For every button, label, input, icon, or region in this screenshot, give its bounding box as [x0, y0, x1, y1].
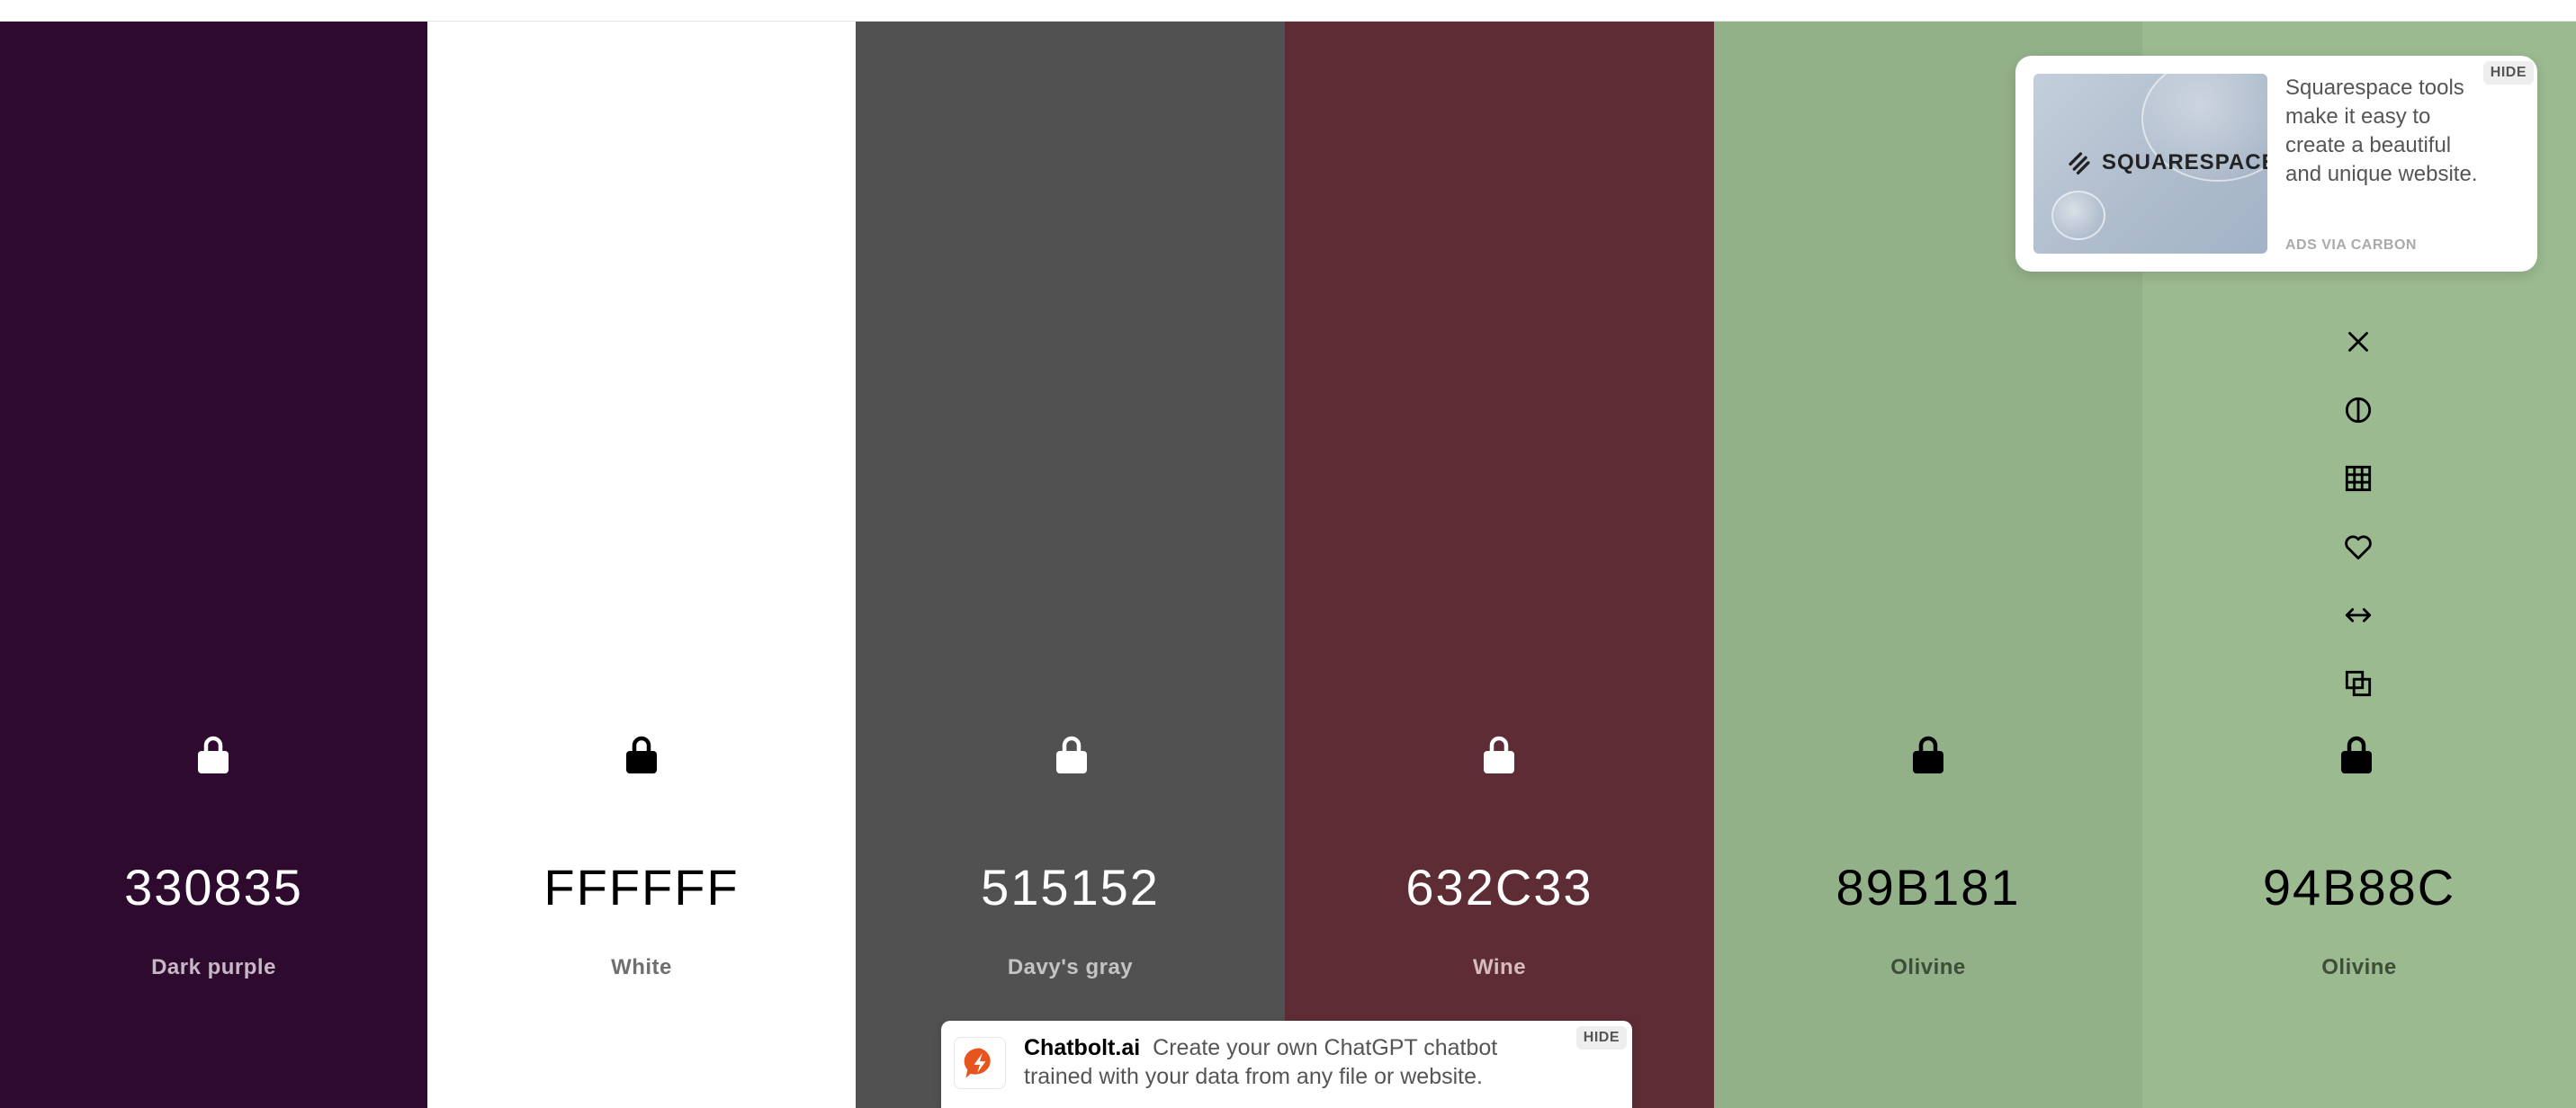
- lock-icon[interactable]: [1910, 733, 1946, 774]
- drag-icon[interactable]: [2336, 593, 2381, 638]
- color-name: Olivine: [2321, 955, 2397, 979]
- lock-icon[interactable]: [1054, 733, 1090, 774]
- lock-icon[interactable]: [195, 733, 231, 774]
- shades-icon[interactable]: [2336, 388, 2381, 433]
- copy-icon[interactable]: [2336, 661, 2381, 706]
- swatch-330835[interactable]: 330835 Dark purple: [0, 22, 427, 1108]
- lock-icon[interactable]: [1481, 733, 1517, 774]
- favorite-icon[interactable]: [2336, 524, 2381, 569]
- squarespace-logo: SQUARESPACE: [2064, 147, 2267, 178]
- swatch-515152[interactable]: 515152 Davy's gray: [856, 22, 1285, 1108]
- hex-code[interactable]: 94B88C: [2142, 858, 2576, 916]
- hide-chatbolt-button[interactable]: HIDE: [1575, 1026, 1627, 1050]
- ad-image[interactable]: SQUARESPACE: [2033, 74, 2267, 254]
- grid-view-icon[interactable]: [2336, 456, 2381, 501]
- remove-color-icon[interactable]: [2336, 319, 2381, 364]
- hex-code[interactable]: 330835: [0, 858, 427, 916]
- color-name: White: [611, 955, 672, 979]
- hex-code[interactable]: 515152: [856, 858, 1285, 916]
- ad-text[interactable]: Squarespace tools make it easy to create…: [2285, 74, 2479, 189]
- color-name: Davy's gray: [1007, 955, 1134, 979]
- swatch-632c33[interactable]: 632C33 Wine: [1285, 22, 1714, 1108]
- ads-via-carbon-link[interactable]: ADS VIA CARBON: [2285, 237, 2417, 254]
- swatch-ffffff[interactable]: FFFFFF White: [427, 22, 856, 1108]
- hex-code[interactable]: FFFFFF: [427, 858, 856, 916]
- chatbolt-logo-icon: [954, 1037, 1006, 1089]
- chatbolt-ad-text[interactable]: Chatbolt.ai Create your own ChatGPT chatb…: [1024, 1033, 1546, 1091]
- lock-icon[interactable]: [624, 733, 660, 774]
- top-bar: [0, 0, 2576, 22]
- lock-icon[interactable]: [2338, 733, 2374, 774]
- color-name: Dark purple: [151, 955, 276, 979]
- chatbolt-title[interactable]: Chatbolt.ai: [1024, 1035, 1140, 1060]
- hide-ad-button[interactable]: HIDE: [2482, 61, 2534, 85]
- carbon-ad[interactable]: SQUARESPACE Squarespace tools make it ea…: [2015, 56, 2537, 272]
- color-name: Olivine: [1890, 955, 1966, 979]
- chatbolt-ad[interactable]: Chatbolt.ai Create your own ChatGPT chatb…: [941, 1021, 1632, 1108]
- hex-code[interactable]: 632C33: [1285, 858, 1714, 916]
- hex-code[interactable]: 89B181: [1714, 858, 2142, 916]
- color-name: Wine: [1472, 955, 1527, 979]
